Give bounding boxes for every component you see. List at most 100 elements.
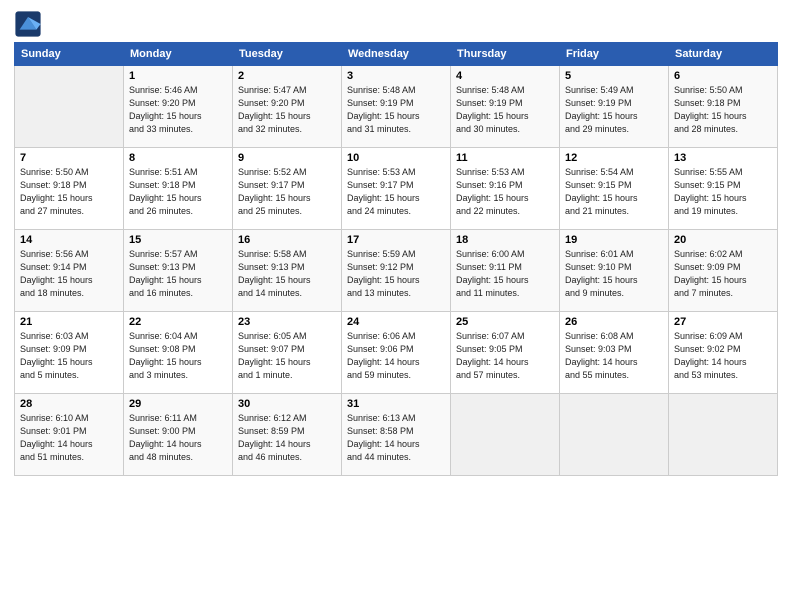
day-number: 4	[456, 70, 554, 82]
col-header-wednesday: Wednesday	[342, 43, 451, 66]
day-cell: 31 Sunrise: 6:13 AM Sunset: 8:58 PM Dayli…	[342, 394, 451, 476]
day-info: Sunrise: 6:03 AM Sunset: 9:09 PM Dayligh…	[20, 330, 118, 382]
day-info: Sunrise: 6:11 AM Sunset: 9:00 PM Dayligh…	[129, 412, 227, 464]
day-number: 24	[347, 316, 445, 328]
day-cell: 30 Sunrise: 6:12 AM Sunset: 8:59 PM Dayli…	[233, 394, 342, 476]
day-info: Sunrise: 6:02 AM Sunset: 9:09 PM Dayligh…	[674, 248, 772, 300]
day-cell: 16 Sunrise: 5:58 AM Sunset: 9:13 PM Dayli…	[233, 230, 342, 312]
day-info: Sunrise: 5:59 AM Sunset: 9:12 PM Dayligh…	[347, 248, 445, 300]
day-cell: 15 Sunrise: 5:57 AM Sunset: 9:13 PM Dayli…	[124, 230, 233, 312]
day-info: Sunrise: 6:00 AM Sunset: 9:11 PM Dayligh…	[456, 248, 554, 300]
day-cell: 1Sunrise: 5:46 AM Sunset: 9:20 PM Daylig…	[124, 66, 233, 148]
day-cell: 24 Sunrise: 6:06 AM Sunset: 9:06 PM Dayli…	[342, 312, 451, 394]
col-header-tuesday: Tuesday	[233, 43, 342, 66]
day-cell: 29 Sunrise: 6:11 AM Sunset: 9:00 PM Dayli…	[124, 394, 233, 476]
day-number: 25	[456, 316, 554, 328]
day-number: 31	[347, 398, 445, 410]
day-number: 11	[456, 152, 554, 164]
day-info: Sunrise: 5:50 AM Sunset: 9:18 PM Dayligh…	[674, 84, 772, 136]
day-cell: 27 Sunrise: 6:09 AM Sunset: 9:02 PM Dayli…	[669, 312, 778, 394]
day-number: 18	[456, 234, 554, 246]
day-info: Sunrise: 5:57 AM Sunset: 9:13 PM Dayligh…	[129, 248, 227, 300]
day-cell: 9 Sunrise: 5:52 AM Sunset: 9:17 PM Daylig…	[233, 148, 342, 230]
day-cell: 13 Sunrise: 5:55 AM Sunset: 9:15 PM Dayli…	[669, 148, 778, 230]
day-cell: 7 Sunrise: 5:50 AM Sunset: 9:18 PM Daylig…	[15, 148, 124, 230]
week-row-3: 14 Sunrise: 5:56 AM Sunset: 9:14 PM Dayli…	[15, 230, 778, 312]
day-info: Sunrise: 6:08 AM Sunset: 9:03 PM Dayligh…	[565, 330, 663, 382]
day-info: Sunrise: 6:13 AM Sunset: 8:58 PM Dayligh…	[347, 412, 445, 464]
day-info: Sunrise: 5:48 AM Sunset: 9:19 PM Dayligh…	[456, 84, 554, 136]
day-info: Sunrise: 5:49 AM Sunset: 9:19 PM Dayligh…	[565, 84, 663, 136]
week-row-5: 28Sunrise: 6:10 AM Sunset: 9:01 PM Dayli…	[15, 394, 778, 476]
day-number: 23	[238, 316, 336, 328]
day-cell: 20Sunrise: 6:02 AM Sunset: 9:09 PM Dayli…	[669, 230, 778, 312]
day-info: Sunrise: 5:50 AM Sunset: 9:18 PM Dayligh…	[20, 166, 118, 218]
day-cell: 11 Sunrise: 5:53 AM Sunset: 9:16 PM Dayli…	[451, 148, 560, 230]
day-info: Sunrise: 5:48 AM Sunset: 9:19 PM Dayligh…	[347, 84, 445, 136]
day-cell: 25 Sunrise: 6:07 AM Sunset: 9:05 PM Dayli…	[451, 312, 560, 394]
day-number: 15	[129, 234, 227, 246]
day-info: Sunrise: 5:54 AM Sunset: 9:15 PM Dayligh…	[565, 166, 663, 218]
day-cell: 28Sunrise: 6:10 AM Sunset: 9:01 PM Dayli…	[15, 394, 124, 476]
week-row-1: 1Sunrise: 5:46 AM Sunset: 9:20 PM Daylig…	[15, 66, 778, 148]
day-cell	[560, 394, 669, 476]
day-cell: 10 Sunrise: 5:53 AM Sunset: 9:17 PM Dayli…	[342, 148, 451, 230]
day-number: 22	[129, 316, 227, 328]
day-number: 21	[20, 316, 118, 328]
day-number: 3	[347, 70, 445, 82]
day-cell	[669, 394, 778, 476]
col-header-saturday: Saturday	[669, 43, 778, 66]
day-number: 14	[20, 234, 118, 246]
logo-icon	[14, 10, 42, 38]
day-number: 30	[238, 398, 336, 410]
day-cell: 26 Sunrise: 6:08 AM Sunset: 9:03 PM Dayli…	[560, 312, 669, 394]
day-cell: 22Sunrise: 6:04 AM Sunset: 9:08 PM Dayli…	[124, 312, 233, 394]
day-cell	[451, 394, 560, 476]
day-info: Sunrise: 6:06 AM Sunset: 9:06 PM Dayligh…	[347, 330, 445, 382]
day-info: Sunrise: 6:09 AM Sunset: 9:02 PM Dayligh…	[674, 330, 772, 382]
page-container: SundayMondayTuesdayWednesdayThursdayFrid…	[0, 0, 792, 486]
day-cell: 6 Sunrise: 5:50 AM Sunset: 9:18 PM Daylig…	[669, 66, 778, 148]
day-cell: 21 Sunrise: 6:03 AM Sunset: 9:09 PM Dayli…	[15, 312, 124, 394]
calendar-table: SundayMondayTuesdayWednesdayThursdayFrid…	[14, 42, 778, 476]
day-cell: 12 Sunrise: 5:54 AM Sunset: 9:15 PM Dayli…	[560, 148, 669, 230]
day-number: 27	[674, 316, 772, 328]
col-header-friday: Friday	[560, 43, 669, 66]
day-number: 5	[565, 70, 663, 82]
day-cell: 19Sunrise: 6:01 AM Sunset: 9:10 PM Dayli…	[560, 230, 669, 312]
day-number: 16	[238, 234, 336, 246]
day-info: Sunrise: 5:53 AM Sunset: 9:17 PM Dayligh…	[347, 166, 445, 218]
day-info: Sunrise: 6:12 AM Sunset: 8:59 PM Dayligh…	[238, 412, 336, 464]
day-number: 26	[565, 316, 663, 328]
day-cell: 3 Sunrise: 5:48 AM Sunset: 9:19 PM Daylig…	[342, 66, 451, 148]
day-number: 6	[674, 70, 772, 82]
day-number: 28	[20, 398, 118, 410]
day-info: Sunrise: 5:55 AM Sunset: 9:15 PM Dayligh…	[674, 166, 772, 218]
day-cell: 18 Sunrise: 6:00 AM Sunset: 9:11 PM Dayli…	[451, 230, 560, 312]
day-number: 17	[347, 234, 445, 246]
day-number: 2	[238, 70, 336, 82]
logo	[14, 10, 46, 38]
day-info: Sunrise: 6:07 AM Sunset: 9:05 PM Dayligh…	[456, 330, 554, 382]
day-number: 7	[20, 152, 118, 164]
day-info: Sunrise: 5:56 AM Sunset: 9:14 PM Dayligh…	[20, 248, 118, 300]
day-info: Sunrise: 5:58 AM Sunset: 9:13 PM Dayligh…	[238, 248, 336, 300]
col-header-monday: Monday	[124, 43, 233, 66]
day-number: 10	[347, 152, 445, 164]
day-number: 8	[129, 152, 227, 164]
header-row: SundayMondayTuesdayWednesdayThursdayFrid…	[15, 43, 778, 66]
day-cell: 14 Sunrise: 5:56 AM Sunset: 9:14 PM Dayli…	[15, 230, 124, 312]
day-cell: 5 Sunrise: 5:49 AM Sunset: 9:19 PM Daylig…	[560, 66, 669, 148]
day-cell: 23Sunrise: 6:05 AM Sunset: 9:07 PM Dayli…	[233, 312, 342, 394]
day-cell: 4 Sunrise: 5:48 AM Sunset: 9:19 PM Daylig…	[451, 66, 560, 148]
day-info: Sunrise: 5:53 AM Sunset: 9:16 PM Dayligh…	[456, 166, 554, 218]
day-info: Sunrise: 5:52 AM Sunset: 9:17 PM Dayligh…	[238, 166, 336, 218]
day-number: 9	[238, 152, 336, 164]
day-cell: 8Sunrise: 5:51 AM Sunset: 9:18 PM Daylig…	[124, 148, 233, 230]
week-row-4: 21 Sunrise: 6:03 AM Sunset: 9:09 PM Dayli…	[15, 312, 778, 394]
day-info: Sunrise: 5:46 AM Sunset: 9:20 PM Dayligh…	[129, 84, 227, 136]
day-number: 29	[129, 398, 227, 410]
day-number: 12	[565, 152, 663, 164]
day-number: 13	[674, 152, 772, 164]
header	[14, 10, 778, 38]
